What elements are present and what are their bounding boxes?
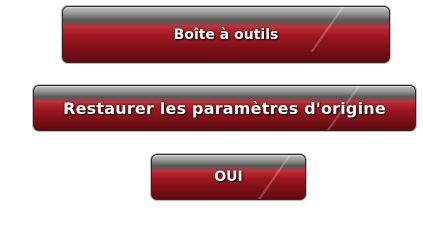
yes-button-label: OUI bbox=[214, 169, 243, 185]
restore-defaults-button[interactable]: Restaurer les paramètres d'origine bbox=[33, 85, 416, 131]
toolbox-button[interactable]: Boîte à outils bbox=[62, 6, 390, 63]
yes-button[interactable]: OUI bbox=[151, 154, 306, 200]
toolbox-button-label: Boîte à outils bbox=[173, 26, 279, 43]
restore-defaults-button-label: Restaurer les paramètres d'origine bbox=[63, 98, 386, 118]
